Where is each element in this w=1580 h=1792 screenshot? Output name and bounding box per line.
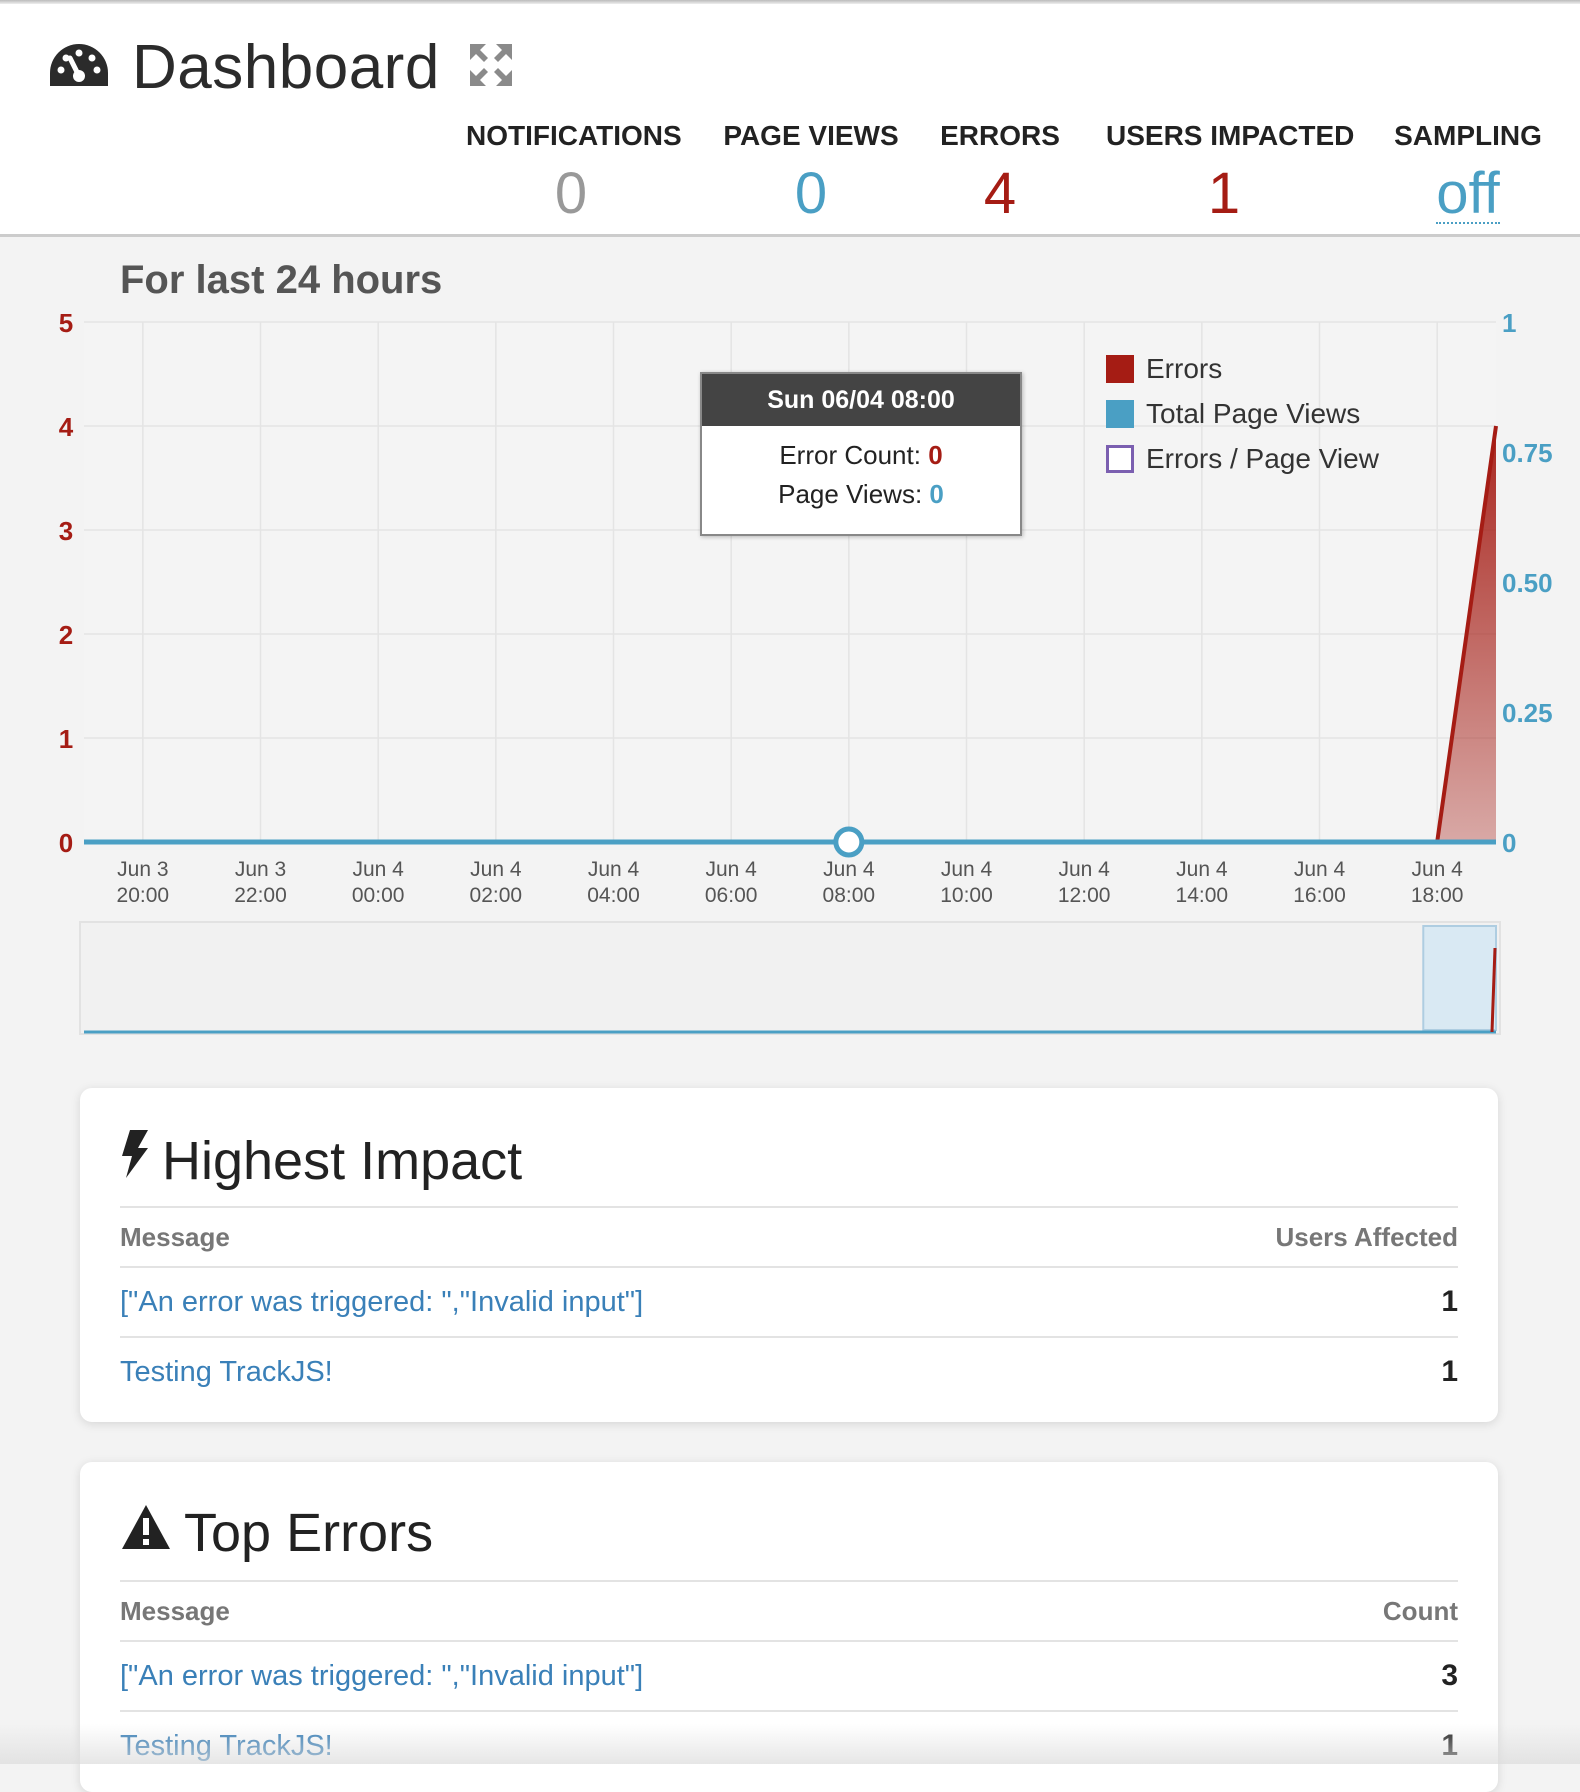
y-tick-left: 5 bbox=[59, 308, 73, 338]
table-row: Testing TrackJS! 1 bbox=[120, 1712, 1458, 1780]
x-tick-date: Jun 4 bbox=[823, 858, 875, 881]
legend-item-errors[interactable]: Errors bbox=[1106, 346, 1379, 391]
error-message-link[interactable]: Testing TrackJS! bbox=[120, 1356, 333, 1389]
x-tick-time: 04:00 bbox=[587, 884, 640, 907]
x-tick-date: Jun 4 bbox=[1058, 858, 1110, 881]
highest-impact-card: Highest Impact Message Users Affected ["… bbox=[80, 1088, 1498, 1422]
card-title-text: Top Errors bbox=[184, 1503, 434, 1563]
x-tick-date: Jun 4 bbox=[1176, 858, 1228, 881]
x-tick-time: 16:00 bbox=[1293, 884, 1346, 907]
tooltip-pv-row: Page Views: 0 bbox=[702, 479, 1020, 510]
legend-label: Errors bbox=[1146, 352, 1223, 384]
x-tick-time: 12:00 bbox=[1058, 884, 1111, 907]
y-tick-left: 4 bbox=[59, 412, 74, 442]
warning-triangle-icon bbox=[120, 1502, 184, 1564]
navigator-selection bbox=[1422, 925, 1497, 1031]
x-tick-date: Jun 4 bbox=[470, 858, 522, 881]
y-tick-left: 1 bbox=[59, 724, 73, 754]
users-affected-count: 1 bbox=[1441, 1355, 1458, 1388]
top-errors-title: Top Errors bbox=[120, 1502, 433, 1564]
y-tick-left: 3 bbox=[59, 516, 73, 546]
x-tick-time: 00:00 bbox=[352, 884, 405, 907]
hover-point-marker bbox=[833, 826, 865, 858]
tooltip-error-label: Error Count: bbox=[779, 440, 921, 470]
navigator-background bbox=[79, 921, 1501, 1035]
x-tick-date: Jun 3 bbox=[117, 858, 168, 881]
x-tick-time: 22:00 bbox=[234, 884, 287, 907]
x-tick-date: Jun 4 bbox=[1411, 858, 1463, 881]
x-tick-date: Jun 4 bbox=[941, 858, 993, 881]
x-tick-time: 10:00 bbox=[940, 884, 993, 907]
error-count: 1 bbox=[1441, 1729, 1458, 1762]
y-tick-right: 0.25 bbox=[1502, 698, 1553, 728]
x-tick-time: 08:00 bbox=[823, 884, 876, 907]
y-tick-left: 0 bbox=[59, 828, 73, 858]
legend-swatch-page-views bbox=[1106, 399, 1134, 428]
x-tick-date: Jun 4 bbox=[705, 858, 757, 881]
col-message: Message bbox=[120, 1595, 230, 1626]
y-tick-right: 0.75 bbox=[1502, 438, 1553, 468]
legend-item-page-views[interactable]: Total Page Views bbox=[1106, 391, 1379, 436]
x-tick-date: Jun 4 bbox=[352, 858, 404, 881]
x-tick-date: Jun 4 bbox=[588, 858, 640, 881]
tooltip-pv-value: 0 bbox=[929, 479, 944, 509]
x-tick-date: Jun 4 bbox=[1294, 858, 1346, 881]
users-affected-count: 1 bbox=[1441, 1285, 1458, 1318]
col-users-affected: Users Affected bbox=[1275, 1221, 1458, 1252]
y-tick-right: 1 bbox=[1502, 308, 1516, 338]
x-tick-time: 18:00 bbox=[1411, 884, 1464, 907]
y-tick-left: 2 bbox=[59, 620, 73, 650]
tooltip-header: Sun 06/04 08:00 bbox=[702, 374, 1020, 426]
x-tick-time: 20:00 bbox=[117, 884, 170, 907]
error-message-link[interactable]: ["An error was triggered: ","Invalid inp… bbox=[120, 1286, 643, 1319]
chart-tooltip: Sun 06/04 08:00 Error Count: 0 Page View… bbox=[700, 372, 1022, 536]
highest-impact-title: Highest Impact bbox=[120, 1128, 522, 1193]
table-row: ["An error was triggered: ","Invalid inp… bbox=[120, 1642, 1458, 1712]
top-errors-table: Message Count ["An error was triggered: … bbox=[120, 1580, 1458, 1780]
x-tick-time: 06:00 bbox=[705, 884, 758, 907]
x-tick-time: 14:00 bbox=[1176, 884, 1229, 907]
error-count: 3 bbox=[1441, 1659, 1458, 1692]
tooltip-pv-label: Page Views: bbox=[778, 479, 923, 509]
legend-label: Total Page Views bbox=[1146, 397, 1361, 429]
error-message-link[interactable]: Testing TrackJS! bbox=[120, 1730, 333, 1763]
highest-impact-table: Message Users Affected ["An error was tr… bbox=[120, 1206, 1458, 1406]
tooltip-error-value: 0 bbox=[928, 440, 943, 470]
y-tick-right: 0.50 bbox=[1502, 568, 1553, 598]
y-tick-right: 0 bbox=[1502, 828, 1516, 858]
legend-swatch-errors-per-view bbox=[1106, 444, 1134, 473]
table-header: Message Users Affected bbox=[120, 1206, 1458, 1268]
chart-legend: Errors Total Page Views Errors / Page Vi… bbox=[1106, 346, 1379, 481]
legend-swatch-errors bbox=[1106, 354, 1134, 383]
error-message-link[interactable]: ["An error was triggered: ","Invalid inp… bbox=[120, 1660, 643, 1693]
col-count: Count bbox=[1382, 1595, 1458, 1626]
lightning-bolt-icon bbox=[120, 1128, 162, 1193]
x-tick-time: 02:00 bbox=[470, 884, 523, 907]
x-tick-date: Jun 3 bbox=[235, 858, 286, 881]
table-row: ["An error was triggered: ","Invalid inp… bbox=[120, 1268, 1458, 1338]
top-errors-card: Top Errors Message Count ["An error was … bbox=[80, 1462, 1498, 1792]
legend-label: Errors / Page View bbox=[1146, 442, 1379, 474]
table-row: Testing TrackJS! 1 bbox=[120, 1338, 1458, 1406]
col-message: Message bbox=[120, 1221, 230, 1252]
tooltip-error-row: Error Count: 0 bbox=[702, 440, 1020, 471]
legend-item-errors-per-view[interactable]: Errors / Page View bbox=[1106, 436, 1379, 481]
table-header: Message Count bbox=[120, 1580, 1458, 1642]
card-title-text: Highest Impact bbox=[162, 1130, 523, 1191]
